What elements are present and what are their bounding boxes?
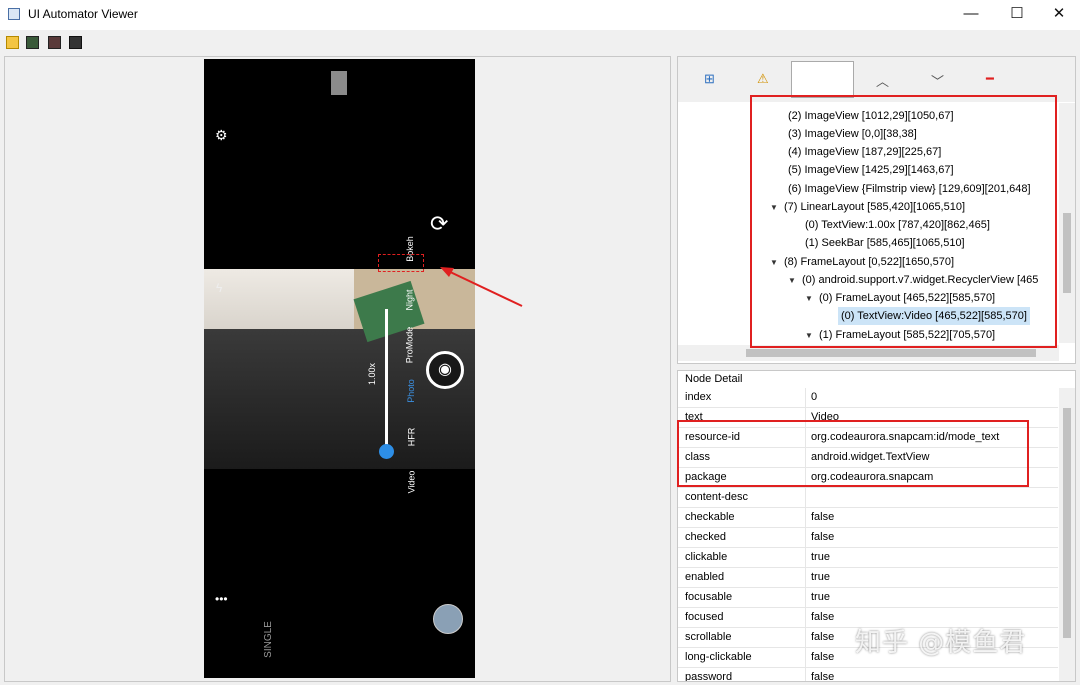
shutter-button[interactable]: ◉ — [426, 351, 464, 389]
flash-off-icon[interactable]: ϟ — [216, 281, 222, 295]
hierarchy-vertical-scrollbar[interactable] — [1059, 103, 1075, 343]
detail-row-focusable[interactable]: focusable true — [678, 588, 1058, 608]
device-screenshot-compressed-icon[interactable] — [48, 36, 61, 49]
mode-video[interactable]: Video — [406, 471, 416, 494]
window-title: UI Automator Viewer — [28, 7, 138, 21]
hierarchy-annotation-box — [750, 95, 1057, 348]
clear-filter-icon[interactable]: ━ — [986, 71, 994, 87]
more-options-icon[interactable]: ••• — [215, 592, 228, 606]
mode-hfr[interactable]: HFR — [406, 428, 416, 447]
app-icon — [8, 8, 20, 20]
detail-row-checkable[interactable]: checkable false — [678, 508, 1058, 528]
switch-camera-icon[interactable]: ⟳ — [430, 211, 448, 237]
main-toolbar — [0, 30, 1080, 54]
detail-row-password[interactable]: password false — [678, 668, 1058, 681]
next-node-icon[interactable]: ﹀ — [931, 71, 944, 90]
previous-node-icon[interactable]: ︿ — [876, 71, 889, 90]
node-detail-scrollbar[interactable] — [1059, 388, 1075, 681]
detail-row-clickable[interactable]: clickable true — [678, 548, 1058, 568]
detail-row-index[interactable]: index 0 — [678, 388, 1058, 408]
device-screenshot-icon[interactable] — [26, 36, 39, 49]
close-button[interactable]: ✕ — [1036, 0, 1080, 30]
maximize-button[interactable]: ☐ — [994, 0, 1040, 30]
detail-row-checked[interactable]: checked false — [678, 528, 1058, 548]
single-label: SINGLE — [262, 621, 274, 658]
title-bar: UI Automator Viewer — ☐ ✕ — [0, 0, 1080, 30]
mode-photo[interactable]: Photo — [406, 379, 416, 403]
zoom-seekbar[interactable] — [385, 309, 388, 454]
mode-night[interactable]: Night — [405, 289, 415, 310]
expand-all-icon[interactable]: ⊞ — [704, 71, 715, 87]
annotation-arrow — [440, 267, 523, 307]
mode-promode[interactable]: ProMode — [404, 327, 414, 364]
save-icon[interactable] — [69, 36, 82, 49]
gallery-thumbnail[interactable] — [433, 604, 463, 634]
top-indicator — [331, 71, 347, 95]
zoom-seekbar-thumb[interactable] — [379, 444, 394, 459]
node-detail-title: Node Detail — [685, 373, 743, 385]
warning-icon[interactable]: ⚠ — [757, 71, 769, 87]
minimize-button[interactable]: — — [948, 0, 994, 30]
node-search-box[interactable] — [791, 61, 854, 98]
zoom-label: 1.00x — [367, 362, 378, 386]
open-folder-icon[interactable] — [6, 36, 19, 49]
device-screenshot[interactable]: ⚙ ⟳ ϟ 1.00x Bokeh Night ProMode Photo HF… — [204, 59, 475, 678]
detail-row-enabled[interactable]: enabled true — [678, 568, 1058, 588]
selected-node-highlight — [378, 254, 424, 272]
settings-icon[interactable]: ⚙ — [215, 127, 228, 144]
detail-row-content-desc[interactable]: content-desc — [678, 488, 1058, 508]
watermark: 知乎 @模鱼君 — [855, 628, 1027, 658]
node-detail-annotation-box — [677, 420, 1029, 487]
